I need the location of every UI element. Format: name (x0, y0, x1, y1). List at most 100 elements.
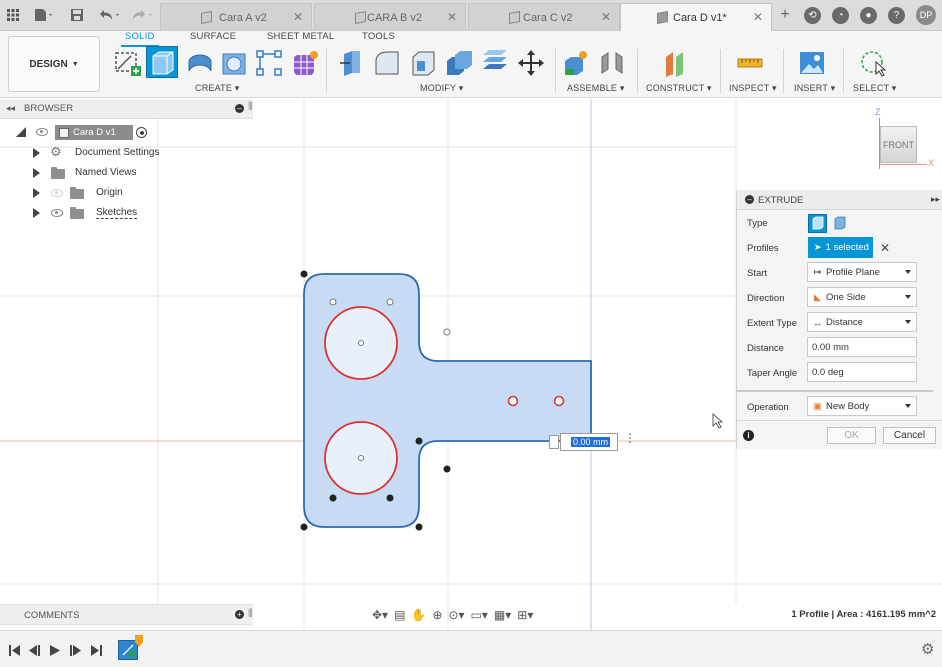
more-options-icon[interactable]: ⋮ (624, 432, 636, 444)
move-icon[interactable] (517, 49, 545, 77)
look-at-icon[interactable]: ▤ (394, 608, 405, 622)
browser-item-named-views[interactable]: Named Views (0, 164, 253, 182)
avatar[interactable]: DP (916, 5, 936, 25)
construct-menu[interactable]: CONSTRUCT ▾ (646, 83, 712, 94)
step-forward-icon[interactable] (70, 644, 81, 656)
orbit-icon[interactable]: ✥▾ (372, 608, 388, 622)
tab-cara-d[interactable]: Cara D v1* ✕ (620, 3, 772, 31)
tab-solid[interactable]: SOLID (121, 31, 158, 47)
manipulator-handle[interactable] (549, 435, 559, 449)
extrude-icon[interactable] (146, 46, 178, 78)
tab-cara-a[interactable]: Cara A v2 ✕ (160, 3, 312, 31)
grid-settings-icon[interactable]: ▦▾ (494, 608, 511, 622)
expand-arrow-icon[interactable] (33, 148, 40, 158)
modify-menu[interactable]: MODIFY ▾ (420, 83, 463, 94)
tab-surface[interactable]: SURFACE (190, 31, 236, 42)
offset-face-icon[interactable] (481, 49, 509, 77)
redo-icon[interactable] (130, 6, 156, 24)
operation-select[interactable]: ▣ New Body (807, 396, 917, 416)
distance-manipulator-input[interactable]: 0.00 mm (560, 433, 618, 451)
taper-angle-input[interactable] (807, 362, 917, 382)
root-component[interactable]: Cara D v1 (55, 125, 133, 140)
new-tab-icon[interactable]: + (777, 6, 793, 24)
press-pull-icon[interactable] (338, 49, 366, 77)
hidden-eye-icon[interactable] (51, 189, 63, 197)
file-menu-icon[interactable] (33, 6, 55, 24)
tab-cara-c[interactable]: Cara C v2 ✕ (468, 3, 620, 31)
app-grid-icon[interactable] (6, 6, 20, 24)
hole-icon[interactable] (220, 49, 248, 77)
undo-icon[interactable] (97, 6, 123, 24)
save-icon[interactable] (70, 6, 84, 24)
create-menu[interactable]: CREATE ▾ (195, 83, 239, 94)
select-menu[interactable]: SELECT ▾ (853, 83, 896, 94)
type-thin-button[interactable] (831, 214, 850, 233)
expand-arrow-icon[interactable] (33, 208, 40, 218)
offset-plane-icon[interactable] (662, 49, 690, 77)
select-icon[interactable] (858, 49, 887, 77)
combine-icon[interactable] (445, 49, 473, 77)
viewports-icon[interactable]: ⊞▾ (517, 608, 533, 622)
timeline-sketch-feature[interactable] (118, 640, 138, 660)
pattern-icon[interactable] (255, 49, 283, 77)
gear-icon[interactable]: ⚙ (921, 640, 934, 658)
minimize-icon[interactable]: – (235, 104, 244, 113)
collapse-panel-icon[interactable]: ◂◂ (6, 103, 15, 114)
close-icon[interactable]: ✕ (293, 10, 303, 24)
fit-icon[interactable]: ⊙▾ (448, 608, 464, 622)
ok-button[interactable]: OK (827, 427, 876, 444)
browser-item-document-settings[interactable]: ⚙ Document Settings (0, 144, 253, 162)
inspect-menu[interactable]: INSPECT ▾ (729, 83, 777, 94)
step-back-icon[interactable] (29, 644, 40, 656)
type-solid-button[interactable] (808, 214, 827, 233)
distance-input[interactable] (807, 337, 917, 357)
display-settings-icon[interactable]: ▭▾ (471, 608, 488, 622)
zoom-icon[interactable]: ⊕ (432, 608, 442, 622)
extensions-icon[interactable]: ⟲ (804, 7, 821, 24)
viewcube-front-face[interactable]: FRONT (880, 126, 917, 163)
extent-type-select[interactable]: ↔ Distance (807, 312, 917, 332)
browser-item-origin[interactable]: Origin (0, 184, 253, 202)
close-icon[interactable]: ✕ (753, 10, 763, 24)
cancel-button[interactable]: Cancel (883, 427, 936, 444)
help-icon[interactable]: ? (888, 7, 905, 24)
minimize-icon[interactable]: – (745, 195, 754, 204)
insert-menu[interactable]: INSERT ▾ (794, 83, 835, 94)
pan-icon[interactable]: ✋ (411, 608, 426, 622)
panel-pin-icon[interactable]: ⦀ (248, 608, 253, 621)
play-icon[interactable] (50, 644, 60, 656)
go-to-start-icon[interactable] (9, 644, 20, 656)
profiles-selection-button[interactable]: ➤ 1 selected (808, 237, 873, 258)
shell-icon[interactable] (409, 49, 437, 77)
tab-sheet-metal[interactable]: SHEET METAL (267, 31, 334, 42)
info-icon[interactable]: i (743, 430, 754, 441)
insert-image-icon[interactable] (798, 49, 826, 77)
direction-select[interactable]: ◣ One Side (807, 287, 917, 307)
close-icon[interactable]: ✕ (601, 10, 611, 24)
measure-icon[interactable] (736, 49, 764, 77)
visibility-eye-icon[interactable] (51, 209, 63, 217)
tab-tools[interactable]: TOOLS (362, 31, 395, 42)
close-icon[interactable]: ✕ (447, 10, 457, 24)
job-status-icon[interactable]: ◔ (832, 7, 849, 24)
viewcube[interactable]: Z X FRONT (862, 107, 940, 177)
notifications-icon[interactable]: ● (860, 7, 877, 24)
workspace-switcher[interactable]: DESIGN ▼ (8, 36, 100, 92)
new-component-icon[interactable] (562, 49, 590, 77)
expand-arrow-icon[interactable] (33, 188, 40, 198)
expand-arrow-icon[interactable] (33, 168, 40, 178)
assemble-menu[interactable]: ASSEMBLE ▾ (567, 83, 625, 94)
browser-root[interactable]: Cara D v1 (0, 124, 253, 142)
expand-toggle-icon[interactable] (16, 127, 26, 137)
panel-pin-icon[interactable]: ⦀ (248, 101, 253, 114)
form-icon[interactable] (291, 49, 319, 77)
fillet-icon[interactable] (373, 49, 401, 77)
create-sketch-icon[interactable] (113, 49, 141, 77)
browser-item-sketches[interactable]: Sketches (0, 204, 253, 222)
tab-cara-b[interactable]: CARA B v2 ✕ (314, 3, 466, 31)
joint-icon[interactable] (598, 49, 626, 77)
start-select[interactable]: ↦ Profile Plane (807, 262, 917, 282)
clear-selection-icon[interactable]: ✕ (880, 241, 890, 255)
go-to-end-icon[interactable] (91, 644, 102, 656)
visibility-eye-icon[interactable] (36, 128, 48, 136)
